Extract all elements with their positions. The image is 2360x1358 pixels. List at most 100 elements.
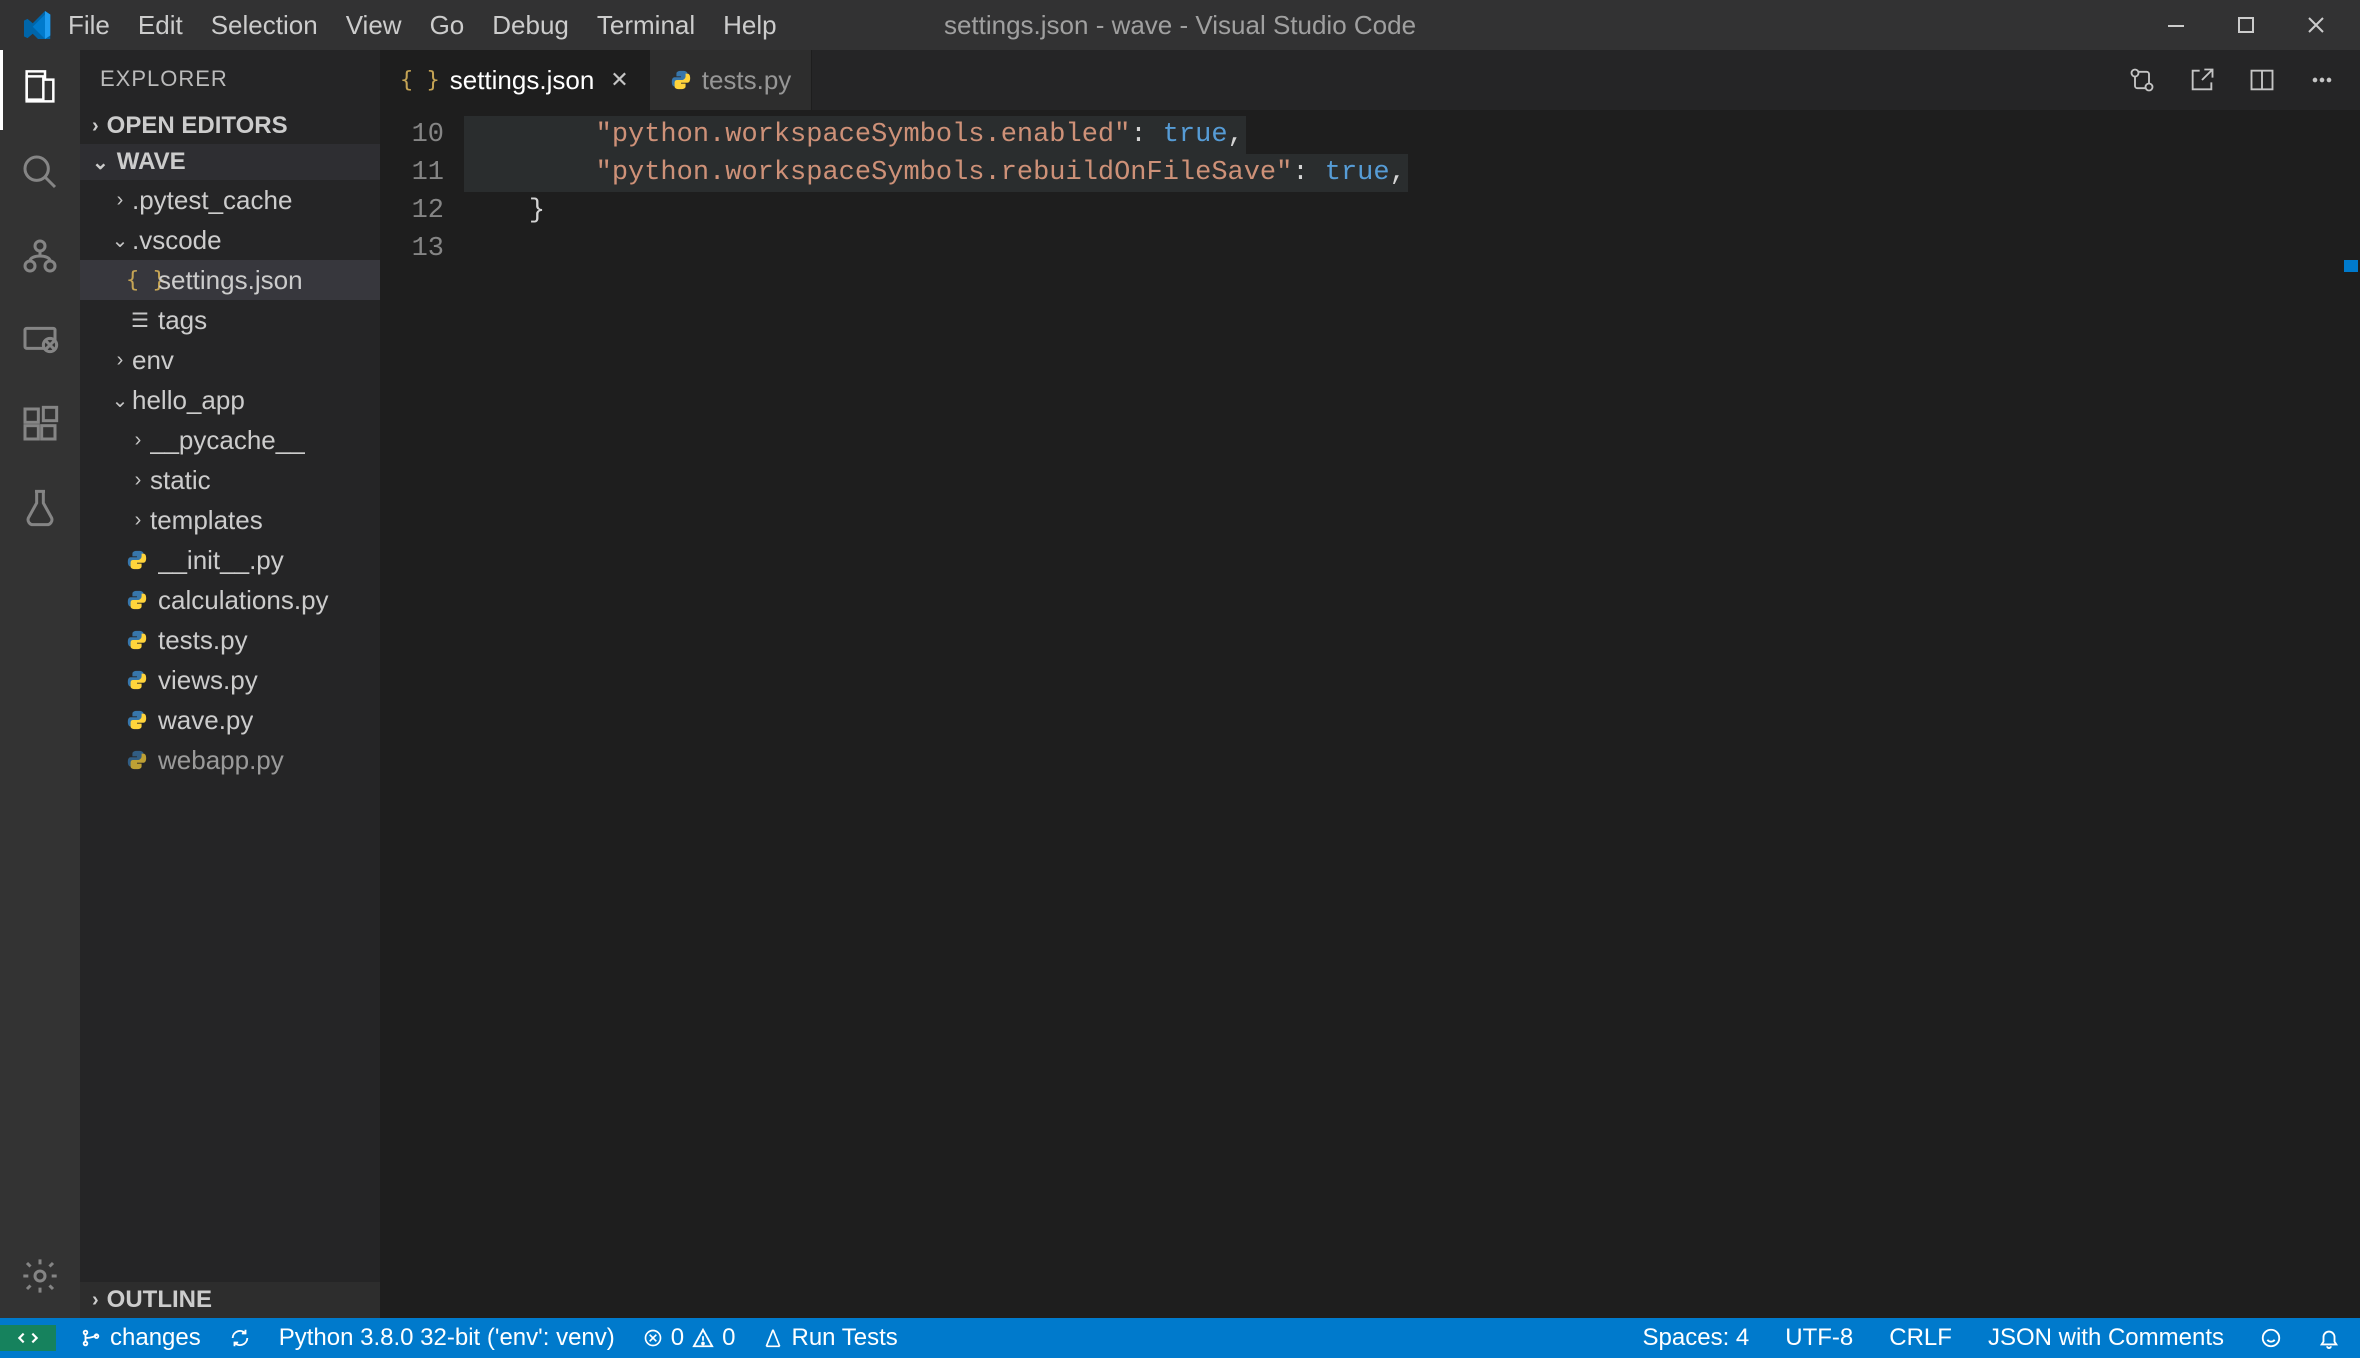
chevron-right-icon: › bbox=[108, 349, 132, 372]
status-errors: 0 bbox=[671, 1324, 684, 1352]
statusbar: changes Python 3.8.0 32-bit ('env': venv… bbox=[0, 1318, 2360, 1358]
tree-folder[interactable]: › .pytest_cache bbox=[80, 180, 380, 220]
python-icon bbox=[126, 549, 154, 571]
tabs-bar: { } settings.json ✕ tests.py bbox=[380, 50, 2360, 110]
tree-label: calculations.py bbox=[158, 585, 329, 616]
split-editor-icon[interactable] bbox=[2248, 66, 2280, 94]
gear-icon[interactable] bbox=[18, 1254, 62, 1298]
window-title: settings.json - wave - Visual Studio Cod… bbox=[944, 10, 1416, 41]
menu-debug[interactable]: Debug bbox=[492, 10, 569, 41]
editor-body[interactable]: 10 11 12 13 "python.workspaceSymbols.ena… bbox=[380, 110, 2360, 1318]
tree-file[interactable]: wave.py bbox=[80, 700, 380, 740]
tree-label: tests.py bbox=[158, 625, 248, 656]
menu-selection[interactable]: Selection bbox=[211, 10, 318, 41]
status-warnings: 0 bbox=[722, 1324, 735, 1352]
python-icon bbox=[670, 69, 692, 91]
status-sync[interactable] bbox=[225, 1327, 255, 1349]
test-icon[interactable] bbox=[18, 486, 62, 530]
source-control-icon[interactable] bbox=[18, 234, 62, 278]
remote-indicator[interactable] bbox=[0, 1325, 56, 1351]
search-icon[interactable] bbox=[18, 150, 62, 194]
python-icon bbox=[126, 669, 154, 691]
tree-file[interactable]: calculations.py bbox=[80, 580, 380, 620]
section-outline[interactable]: › OUTLINE bbox=[80, 1282, 380, 1318]
tree-file[interactable]: tests.py bbox=[80, 620, 380, 660]
chevron-right-icon: › bbox=[92, 1289, 99, 1312]
menu-edit[interactable]: Edit bbox=[138, 10, 183, 41]
line-number: 10 bbox=[380, 116, 444, 154]
tree-folder[interactable]: › templates bbox=[80, 500, 380, 540]
debug-icon[interactable] bbox=[18, 318, 62, 362]
maximize-icon[interactable] bbox=[2236, 15, 2266, 35]
open-changes-icon[interactable] bbox=[2188, 66, 2220, 94]
section-root[interactable]: ⌄ WAVE bbox=[80, 144, 380, 180]
code-key: "python.workspaceSymbols.rebuildOnFileSa… bbox=[596, 158, 1293, 188]
tree-file[interactable]: webapp.py bbox=[80, 740, 380, 780]
close-icon[interactable] bbox=[2306, 15, 2336, 35]
tab-settings-json[interactable]: { } settings.json ✕ bbox=[380, 50, 650, 110]
status-eol-label: CRLF bbox=[1889, 1324, 1952, 1352]
tree-folder[interactable]: › __pycache__ bbox=[80, 420, 380, 460]
status-eol[interactable]: CRLF bbox=[1885, 1324, 1956, 1352]
section-open-editors[interactable]: › OPEN EDITORS bbox=[80, 108, 380, 144]
menu-file[interactable]: File bbox=[68, 10, 110, 41]
code-value: true bbox=[1163, 120, 1228, 150]
status-python[interactable]: Python 3.8.0 32-bit ('env': venv) bbox=[275, 1324, 619, 1352]
chevron-right-icon: › bbox=[126, 509, 150, 532]
status-branch-label: changes bbox=[110, 1324, 201, 1352]
section-label: WAVE bbox=[117, 148, 186, 176]
status-spaces[interactable]: Spaces: 4 bbox=[1639, 1324, 1754, 1352]
code-brace: } bbox=[529, 196, 545, 226]
ruler-mark bbox=[2344, 260, 2358, 272]
extensions-icon[interactable] bbox=[18, 402, 62, 446]
menu-view[interactable]: View bbox=[346, 10, 402, 41]
more-icon[interactable] bbox=[2308, 66, 2340, 94]
menubar: File Edit Selection View Go Debug Termin… bbox=[68, 10, 777, 41]
tree-label: .vscode bbox=[132, 225, 222, 256]
status-language-label: JSON with Comments bbox=[1988, 1324, 2224, 1352]
compare-changes-icon[interactable] bbox=[2128, 66, 2160, 94]
code-content[interactable]: "python.workspaceSymbols.enabled": true,… bbox=[464, 110, 2360, 1318]
status-problems[interactable]: 0 0 bbox=[639, 1324, 740, 1352]
status-branch[interactable]: changes bbox=[76, 1324, 205, 1352]
tree-label: webapp.py bbox=[158, 745, 284, 776]
explorer-icon[interactable] bbox=[18, 66, 62, 110]
titlebar: File Edit Selection View Go Debug Termin… bbox=[0, 0, 2360, 50]
tree-file[interactable]: views.py bbox=[80, 660, 380, 700]
status-feedback-icon[interactable] bbox=[2256, 1327, 2286, 1349]
tree-folder[interactable]: › static bbox=[80, 460, 380, 500]
activitybar bbox=[0, 50, 80, 1318]
tab-label: tests.py bbox=[702, 65, 792, 96]
json-icon: { } bbox=[400, 68, 440, 93]
tree-file-tags[interactable]: ☰ tags bbox=[80, 300, 380, 340]
tree-folder[interactable]: ⌄ .vscode bbox=[80, 220, 380, 260]
chevron-right-icon: › bbox=[108, 189, 132, 212]
file-tree: › .pytest_cache ⌄ .vscode { } settings.j… bbox=[80, 180, 380, 1282]
tree-label: env bbox=[132, 345, 174, 376]
editor-actions bbox=[2108, 50, 2360, 110]
chevron-right-icon: › bbox=[126, 429, 150, 452]
close-icon[interactable]: ✕ bbox=[610, 67, 628, 93]
tree-file[interactable]: __init__.py bbox=[80, 540, 380, 580]
python-icon bbox=[126, 629, 154, 651]
status-bell-icon[interactable] bbox=[2314, 1327, 2344, 1349]
tree-file-settings-json[interactable]: { } settings.json bbox=[80, 260, 380, 300]
minimize-icon[interactable] bbox=[2166, 15, 2196, 35]
status-encoding[interactable]: UTF-8 bbox=[1781, 1324, 1857, 1352]
overview-ruler[interactable] bbox=[2342, 110, 2360, 1318]
chevron-down-icon: ⌄ bbox=[108, 228, 132, 253]
status-run-tests[interactable]: Run Tests bbox=[759, 1324, 901, 1352]
code-value: true bbox=[1325, 158, 1390, 188]
status-language[interactable]: JSON with Comments bbox=[1984, 1324, 2228, 1352]
menu-go[interactable]: Go bbox=[430, 10, 465, 41]
status-spaces-label: Spaces: 4 bbox=[1643, 1324, 1750, 1352]
sidebar: EXPLORER › OPEN EDITORS ⌄ WAVE › .pytest… bbox=[80, 50, 380, 1318]
line-number: 13 bbox=[380, 230, 444, 268]
tree-folder[interactable]: › env bbox=[80, 340, 380, 380]
tree-folder[interactable]: ⌄ hello_app bbox=[80, 380, 380, 420]
chevron-down-icon: ⌄ bbox=[108, 388, 132, 413]
tab-tests-py[interactable]: tests.py bbox=[650, 50, 813, 110]
menu-help[interactable]: Help bbox=[723, 10, 776, 41]
vscode-logo-icon bbox=[24, 11, 52, 39]
menu-terminal[interactable]: Terminal bbox=[597, 10, 695, 41]
